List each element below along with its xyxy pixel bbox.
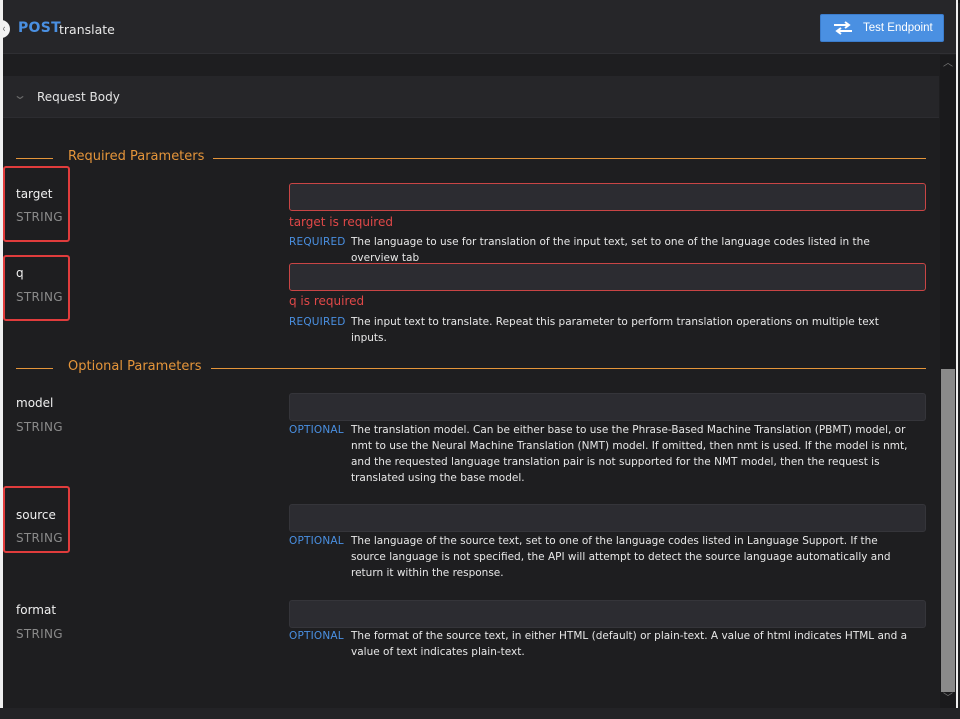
divider xyxy=(213,158,926,159)
param-description: OPTIONAL The language of the source text… xyxy=(289,533,909,581)
param-description: OPTIONAL The format of the source text, … xyxy=(289,628,909,660)
optional-badge: OPTIONAL xyxy=(289,630,344,642)
param-type: STRING xyxy=(16,420,63,434)
param-name: model xyxy=(16,396,54,410)
window-edge xyxy=(0,0,3,708)
section-title: Optional Parameters xyxy=(68,359,202,374)
param-name: target xyxy=(16,187,53,201)
http-method: POST xyxy=(18,20,61,36)
description-text: The format of the source text, in either… xyxy=(351,630,908,658)
spacer xyxy=(3,55,939,76)
scrollbar-thumb[interactable] xyxy=(941,369,955,692)
chevron-down-icon[interactable]: ﹀ xyxy=(940,692,956,708)
param-name: source xyxy=(16,508,56,522)
optional-badge: OPTIONAL xyxy=(289,535,344,547)
error-message: q is required xyxy=(289,294,365,308)
app-frame: POST translate Test Endpoint ‹ ⌄ Request… xyxy=(0,0,960,719)
required-badge: REQUIRED xyxy=(289,316,346,328)
divider xyxy=(16,158,53,159)
endpoint-header: POST translate Test Endpoint xyxy=(3,0,956,54)
param-type: STRING xyxy=(16,290,63,304)
param-name: format xyxy=(16,603,57,617)
chevron-up-icon[interactable]: ︿ xyxy=(940,55,956,71)
description-text: The translation model. Can be either bas… xyxy=(351,424,908,484)
divider xyxy=(211,368,926,369)
error-message: target is required xyxy=(289,215,393,229)
optional-parameters-header: Optional Parameters xyxy=(16,359,926,379)
param-type: STRING xyxy=(16,627,63,641)
vertical-scrollbar[interactable]: ︿ ﹀ xyxy=(940,55,956,708)
optional-badge: OPTIONAL xyxy=(289,424,344,436)
param-description: REQUIRED The language to use for transla… xyxy=(289,234,909,266)
divider xyxy=(16,368,53,369)
model-input[interactable] xyxy=(289,393,926,421)
param-type: STRING xyxy=(16,210,63,224)
chevron-down-icon: ⌄ xyxy=(12,88,28,102)
endpoint-name: translate xyxy=(59,22,115,37)
param-description: REQUIRED The input text to translate. Re… xyxy=(289,314,909,346)
source-input[interactable] xyxy=(289,504,926,532)
param-name: q xyxy=(16,266,24,280)
section-title: Required Parameters xyxy=(68,149,205,164)
q-input[interactable] xyxy=(289,263,926,291)
description-text: The language of the source text, set to … xyxy=(351,535,891,579)
window-bottom xyxy=(0,708,960,719)
highlight-box xyxy=(3,255,70,321)
test-endpoint-button[interactable]: Test Endpoint xyxy=(820,14,944,42)
required-badge: REQUIRED xyxy=(289,236,346,248)
target-input[interactable] xyxy=(289,183,926,211)
request-body-toggle[interactable]: ⌄ Request Body xyxy=(3,76,939,118)
swap-arrows-icon xyxy=(834,21,852,35)
highlight-box xyxy=(3,166,70,242)
required-parameters-header: Required Parameters xyxy=(16,149,926,169)
description-text: The input text to translate. Repeat this… xyxy=(351,316,879,344)
format-input[interactable] xyxy=(289,600,926,628)
request-body-label: Request Body xyxy=(37,90,120,104)
param-type: STRING xyxy=(16,531,63,545)
test-endpoint-label: Test Endpoint xyxy=(863,22,933,34)
param-description: OPTIONAL The translation model. Can be e… xyxy=(289,422,909,486)
description-text: The language to use for translation of t… xyxy=(351,236,870,264)
window-edge xyxy=(956,0,958,708)
